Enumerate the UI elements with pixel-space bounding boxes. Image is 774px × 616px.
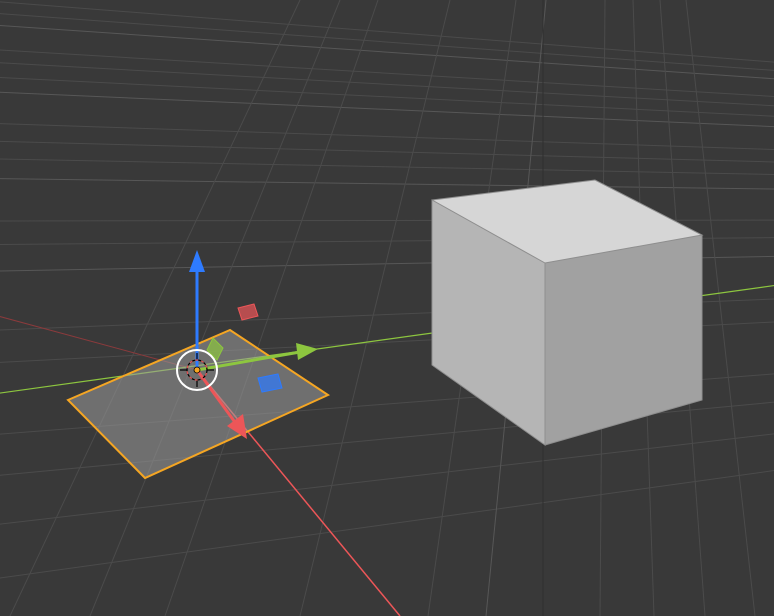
viewport-canvas[interactable] — [0, 0, 774, 616]
viewport-3d[interactable] — [0, 0, 774, 616]
